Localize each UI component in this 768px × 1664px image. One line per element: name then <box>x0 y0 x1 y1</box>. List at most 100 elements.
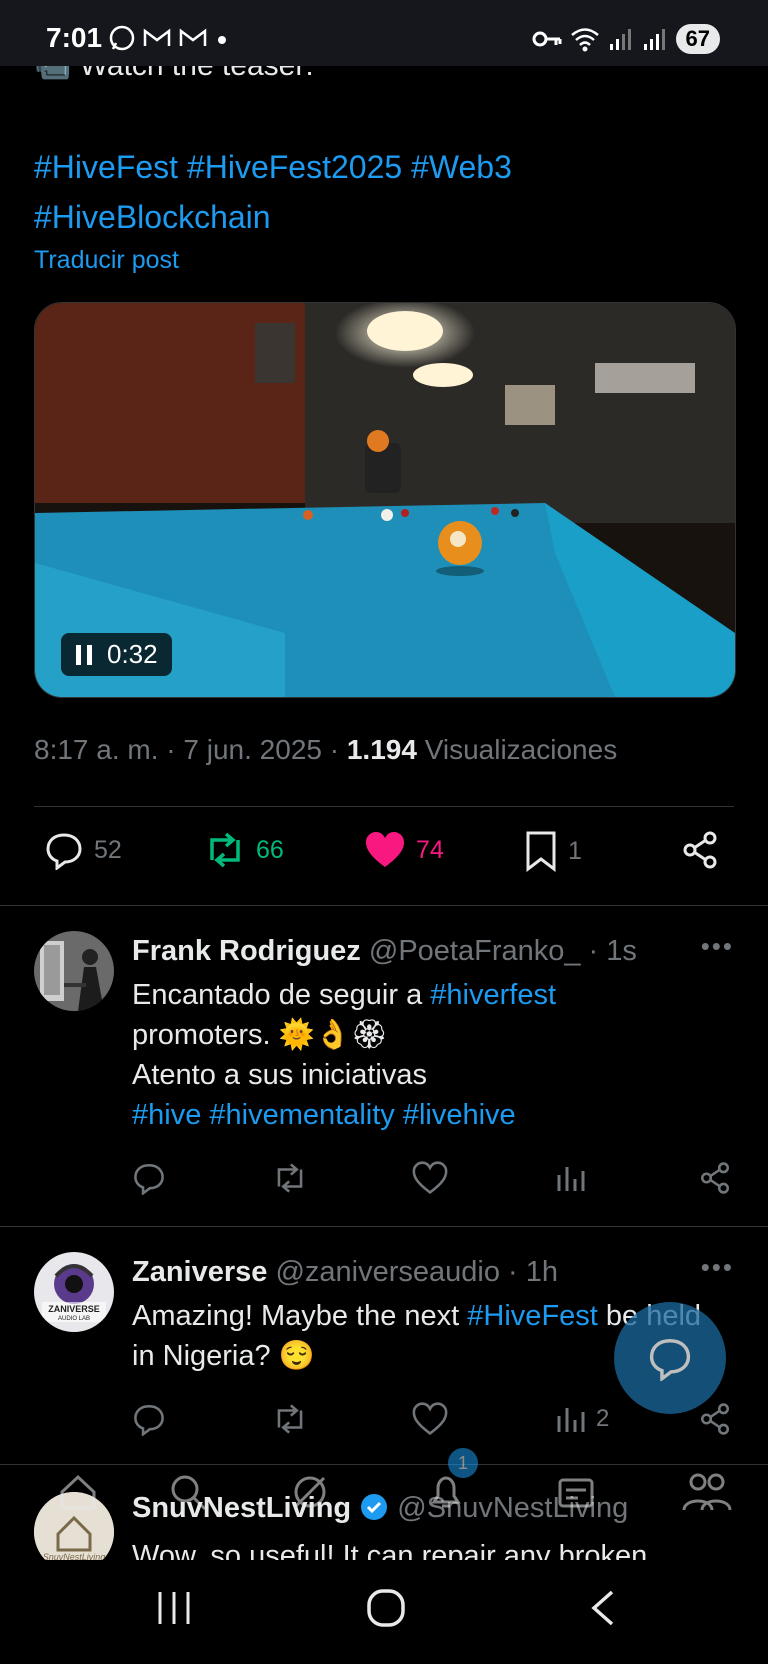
analytics-icon <box>557 1408 585 1432</box>
heart-icon <box>412 1402 448 1436</box>
tweet-actions: 2 <box>132 1402 732 1442</box>
notifications-icon[interactable] <box>426 1472 466 1512</box>
reply-tweet[interactable]: Frank Rodriguez @PoetaFranko_ · 1s ••• E… <box>0 905 768 1225</box>
avatar-image <box>34 931 114 1011</box>
avatar[interactable] <box>34 931 114 1011</box>
analytics-icon <box>557 1167 585 1191</box>
system-navigation-bar <box>0 1560 768 1664</box>
reply-button[interactable] <box>132 1402 166 1436</box>
views-count: 1.194 <box>346 734 417 765</box>
notifications-badge: 1 <box>448 1448 478 1478</box>
hashtags-line[interactable]: #HiveFest #HiveFest2025 #Web3 <box>34 142 734 192</box>
system-icons: 67 <box>532 24 720 54</box>
video-time: 0:32 <box>107 639 158 669</box>
bottom-navigation: 1 <box>0 1448 768 1520</box>
home-icon[interactable] <box>58 1472 98 1512</box>
reply-count: 52 <box>94 835 122 864</box>
recent-apps-icon[interactable] <box>156 1590 192 1626</box>
hashtags-line[interactable]: #HiveBlockchain <box>34 192 734 242</box>
views-count: 2 <box>596 1405 610 1432</box>
reply-button[interactable]: 52 <box>44 830 122 870</box>
avatar-label: SnuvNestLiving <box>42 1552 106 1560</box>
more-options-button[interactable]: ••• <box>701 1252 734 1283</box>
reply-icon <box>649 1339 691 1381</box>
author-handle[interactable]: @zaniverseaudio · 1h <box>275 1256 558 1288</box>
tweet-header: Zaniverse @zaniverseaudio · 1h <box>132 1256 558 1289</box>
avatar-label: AUDIO LAB <box>57 1316 90 1322</box>
back-icon[interactable] <box>588 1588 618 1628</box>
author-handle[interactable]: @PoetaFranko_ · 1s <box>369 935 637 967</box>
search-icon[interactable] <box>168 1472 208 1512</box>
tweet-text: Wow, so useful! It can repair any broken <box>132 1536 742 1560</box>
translate-post-link[interactable]: Traducir post <box>34 246 179 275</box>
pause-icon[interactable] <box>75 644 93 666</box>
bookmark-button[interactable]: 1 <box>524 830 582 872</box>
post-action-bar: 52 66 74 1 <box>34 830 734 880</box>
share-icon <box>700 1403 730 1435</box>
post-video[interactable]: 0:32 <box>34 302 736 698</box>
video-controls[interactable]: 0:32 <box>61 633 172 676</box>
post-meta: 8:17 a. m. · 7 jun. 2025 · 1.194 Visuali… <box>34 734 617 766</box>
tweet-actions <box>132 1161 732 1201</box>
repost-button[interactable] <box>272 1402 308 1436</box>
tweet-text-line: Amazing! Maybe the next <box>132 1300 468 1332</box>
repost-button[interactable]: 66 <box>204 830 284 870</box>
people-icon[interactable] <box>682 1470 732 1514</box>
like-button[interactable]: 74 <box>364 830 444 870</box>
battery-indicator: 67 <box>675 24 720 54</box>
repost-icon <box>210 832 240 868</box>
views-button[interactable]: 2 <box>556 1402 609 1436</box>
tweet-text-line: Wow, so useful! It can repair any broken <box>132 1540 648 1560</box>
bookmark-icon <box>526 831 556 872</box>
heart-icon <box>412 1161 448 1195</box>
repost-icon <box>277 1163 303 1193</box>
reply-icon <box>46 833 82 870</box>
like-button[interactable] <box>412 1402 448 1436</box>
bookmark-count: 1 <box>568 836 582 865</box>
reply-icon <box>134 1163 164 1195</box>
repost-icon <box>277 1404 303 1434</box>
status-time: 7:01 <box>46 22 103 53</box>
hashtag-link[interactable]: #HiveFest <box>467 1300 598 1332</box>
hashtag-link[interactable]: #hiverfest <box>430 979 556 1011</box>
tweet-header: Frank Rodriguez @PoetaFranko_ · 1s <box>132 935 637 968</box>
grok-icon[interactable] <box>290 1472 330 1512</box>
divider <box>34 806 734 807</box>
compose-reply-button[interactable] <box>614 1302 726 1414</box>
post-timestamp: 8:17 a. m. · 7 jun. 2025 · <box>34 734 347 765</box>
like-count: 74 <box>416 835 444 864</box>
hashtag-links[interactable]: #hive #hivementality #livehive <box>132 1095 742 1135</box>
key-icon <box>532 31 562 47</box>
more-options-button[interactable]: ••• <box>701 931 734 962</box>
views-button[interactable] <box>556 1161 596 1195</box>
tweet-text: Encantado de seguir a #hiverfest promote… <box>132 975 742 1135</box>
author-name[interactable]: Frank Rodriguez <box>132 935 361 967</box>
gmail-icon <box>143 28 171 46</box>
gmail-icon <box>179 28 207 46</box>
tweet-text-line: promoters. 🌞👌🏵 <box>132 1019 388 1051</box>
heart-icon <box>366 832 404 867</box>
repost-button[interactable] <box>272 1161 308 1195</box>
like-button[interactable] <box>412 1161 448 1195</box>
signal-icon <box>609 29 631 50</box>
share-button[interactable] <box>698 1402 732 1436</box>
share-icon <box>700 1162 730 1194</box>
dot-icon <box>218 36 226 44</box>
share-icon <box>683 831 717 869</box>
status-bar: 7:01 67 <box>0 0 768 66</box>
share-button[interactable] <box>680 830 720 870</box>
avatar-label: ZANIVERSE <box>48 1304 100 1314</box>
reply-button[interactable] <box>132 1161 166 1195</box>
views-label: Visualizaciones <box>416 734 618 765</box>
wifi-icon <box>570 28 599 52</box>
tweet-text-line: Encantado de seguir a <box>132 979 431 1011</box>
author-name[interactable]: Zaniverse <box>132 1256 267 1288</box>
avatar[interactable]: ZANIVERSE AUDIO LAB <box>34 1252 114 1332</box>
communities-icon[interactable] <box>556 1472 596 1512</box>
home-button-icon[interactable] <box>366 1588 406 1628</box>
share-button[interactable] <box>698 1161 732 1195</box>
whatsapp-icon <box>109 25 135 51</box>
tweet-text-line: Atento a sus iniciativas <box>132 1059 427 1091</box>
post-hashtags[interactable]: #HiveFest #HiveFest2025 #Web3 #HiveBlock… <box>34 142 734 242</box>
reply-icon <box>134 1404 164 1436</box>
